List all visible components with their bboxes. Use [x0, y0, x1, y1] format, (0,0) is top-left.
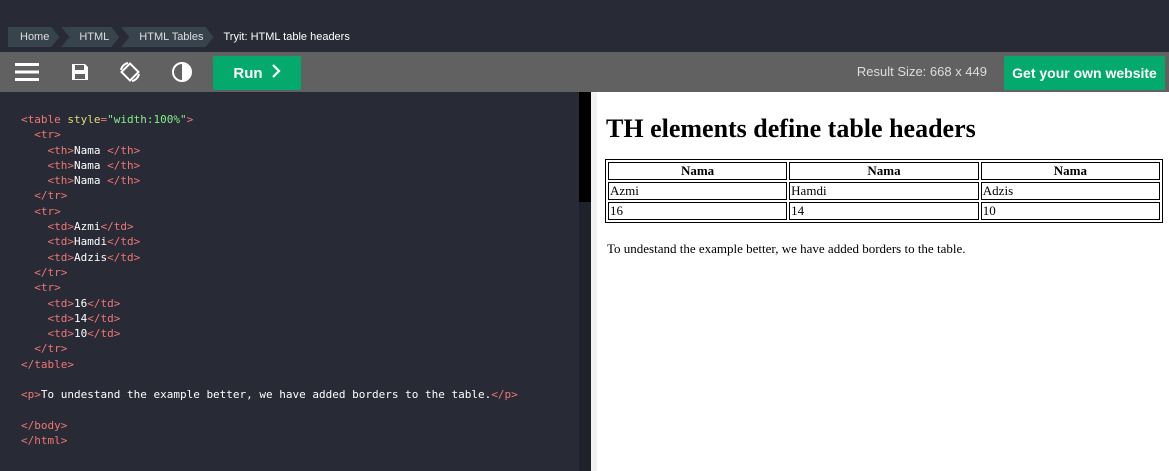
- code-line[interactable]: <table style="width:100%">: [21, 112, 518, 127]
- code-line[interactable]: <td>10</td>: [21, 326, 518, 341]
- contrast-toggle-icon[interactable]: [170, 60, 194, 84]
- code-line[interactable]: <td>14</td>: [21, 311, 518, 326]
- code-line[interactable]: <th>Nama </th>: [21, 173, 518, 188]
- table-cell: Hamdi: [789, 182, 979, 200]
- breadcrumb-bar: Home HTML HTML Tables Tryit: HTML table …: [0, 0, 1169, 52]
- result-heading: TH elements define table headers: [606, 114, 976, 143]
- floppy-disk-icon[interactable]: [68, 60, 92, 84]
- table-cell: Azmi: [608, 182, 788, 200]
- code-line[interactable]: <tr>: [21, 204, 518, 219]
- code-line[interactable]: <tr>: [21, 127, 518, 142]
- result-paragraph: To undestand the example better, we have…: [607, 241, 966, 256]
- run-button[interactable]: Run: [213, 56, 301, 90]
- chevron-right-icon: [271, 64, 281, 82]
- code-line[interactable]: <td>Azmi</td>: [21, 219, 518, 234]
- code-line[interactable]: </html>: [21, 433, 518, 448]
- code-line[interactable]: <p>To undestand the example better, we h…: [21, 387, 518, 402]
- run-label: Run: [233, 64, 263, 82]
- breadcrumb-html-tables[interactable]: HTML Tables: [121, 27, 213, 47]
- table-cell: 16: [608, 202, 788, 220]
- code-line[interactable]: </tr>: [21, 341, 518, 356]
- breadcrumb-current: Tryit: HTML table headers: [223, 31, 350, 43]
- code-line[interactable]: <td>16</td>: [21, 296, 518, 311]
- get-your-own-website-button[interactable]: Get your own website: [1004, 56, 1165, 90]
- result-size-readout: Result Size: 668 x 449: [856, 64, 987, 79]
- code-line[interactable]: <td>Hamdi</td>: [21, 234, 518, 249]
- code-line[interactable]: <th>Nama </th>: [21, 143, 518, 158]
- code-line[interactable]: <tr>: [21, 280, 518, 295]
- toolbar: [0, 52, 1169, 92]
- rotate-layout-icon[interactable]: [118, 60, 142, 84]
- breadcrumb-html[interactable]: HTML: [61, 27, 119, 47]
- table-row: 16 14 10: [608, 202, 1160, 220]
- table-header-cell: Nama: [980, 162, 1160, 180]
- table-header-cell: Nama: [608, 162, 788, 180]
- result-pane: TH elements define table headers Nama Na…: [597, 92, 1169, 471]
- code-line[interactable]: </tr>: [21, 265, 518, 280]
- code-line[interactable]: <th>Nama </th>: [21, 158, 518, 173]
- code-line[interactable]: [21, 403, 518, 418]
- code-editor[interactable]: <table style="width:100%"> <tr> <th>Nama…: [0, 92, 591, 471]
- table-row: Azmi Hamdi Adzis: [608, 182, 1160, 200]
- table-header-cell: Nama: [789, 162, 979, 180]
- code-line[interactable]: </table>: [21, 357, 518, 372]
- table-cell: 10: [980, 202, 1160, 220]
- breadcrumb: Home HTML HTML Tables Tryit: HTML table …: [8, 27, 362, 47]
- result-table: Nama Nama Nama Azmi Hamdi Adzis 16 14 10: [605, 159, 1163, 223]
- code-line[interactable]: <td>Adzis</td>: [21, 250, 518, 265]
- code-line[interactable]: [21, 372, 518, 387]
- code-line[interactable]: </tr>: [21, 188, 518, 203]
- editor-scrollbar-thumb[interactable]: [579, 92, 591, 202]
- code-content[interactable]: <table style="width:100%"> <tr> <th>Nama…: [21, 112, 518, 449]
- hamburger-menu-icon[interactable]: [15, 60, 39, 84]
- breadcrumb-home[interactable]: Home: [8, 27, 59, 47]
- table-cell: 14: [789, 202, 979, 220]
- table-cell: Adzis: [980, 182, 1160, 200]
- table-header-row: Nama Nama Nama: [608, 162, 1160, 180]
- code-line[interactable]: </body>: [21, 418, 518, 433]
